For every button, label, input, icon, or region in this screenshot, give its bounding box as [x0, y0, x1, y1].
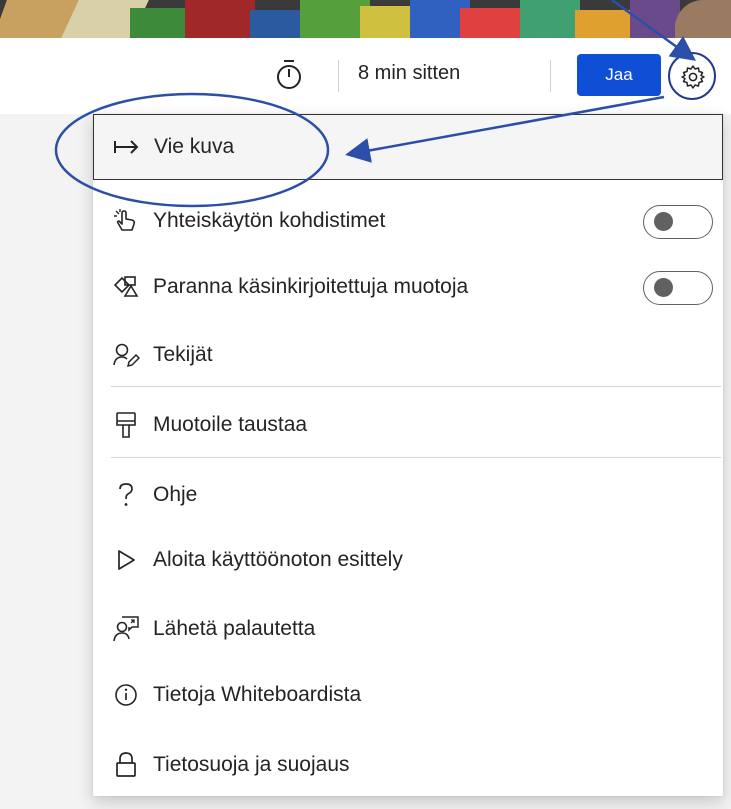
- improve-ink-shapes-toggle[interactable]: [643, 271, 713, 305]
- menu-item-label: Ohje: [153, 483, 198, 506]
- menu-divider: [111, 386, 721, 387]
- menu-item-label: Lähetä palautetta: [153, 617, 316, 640]
- menu-item-help[interactable]: Ohje: [93, 462, 723, 528]
- menu-item-label: Tietosuoja ja suojaus: [153, 753, 350, 776]
- menu-item-contributors[interactable]: Tekijät: [93, 322, 723, 388]
- play-icon: [111, 545, 141, 575]
- toggle-knob: [654, 212, 673, 231]
- toolbar-separator: [338, 60, 339, 92]
- menu-item-improve-ink-shapes[interactable]: Paranna käsinkirjoitettuja muotoja: [93, 254, 723, 320]
- menu-item-start-tour[interactable]: Aloita käyttöönoton esittely: [93, 527, 723, 593]
- collaborative-cursors-toggle[interactable]: [643, 205, 713, 239]
- feedback-icon: [111, 614, 141, 644]
- lock-icon: [111, 750, 141, 780]
- menu-item-label: Yhteiskäytön kohdistimet: [153, 209, 386, 232]
- settings-menu: Vie kuva Yhteiskäytön kohdistimet Parann…: [93, 114, 723, 796]
- paint-brush-icon: [111, 410, 141, 440]
- share-button[interactable]: Jaa: [577, 54, 661, 96]
- toolbar: 8 min sitten Jaa: [0, 38, 731, 115]
- menu-item-about[interactable]: Tietoja Whiteboardista: [93, 662, 723, 728]
- menu-item-label: Aloita käyttöönoton esittely: [153, 548, 403, 571]
- menu-item-format-background[interactable]: Muotoile taustaa: [93, 392, 723, 458]
- export-arrow-icon: [112, 132, 142, 162]
- banner-image: [0, 0, 731, 38]
- menu-item-label: Paranna käsinkirjoitettuja muotoja: [153, 275, 469, 298]
- menu-item-label: Tietoja Whiteboardista: [153, 683, 362, 706]
- question-mark-icon: [111, 480, 141, 510]
- toggle-knob: [654, 278, 673, 297]
- last-edited-time: 8 min sitten: [358, 62, 461, 84]
- menu-item-label: Vie kuva: [154, 135, 235, 158]
- settings-button[interactable]: [668, 52, 716, 100]
- menu-item-privacy[interactable]: Tietosuoja ja suojaus: [93, 732, 723, 798]
- people-edit-icon: [111, 340, 141, 370]
- menu-item-label: Muotoile taustaa: [153, 413, 308, 436]
- toolbar-separator: [550, 60, 551, 92]
- menu-divider: [111, 457, 721, 458]
- stopwatch-icon[interactable]: [273, 58, 305, 92]
- menu-item-label: Tekijät: [153, 343, 213, 366]
- info-icon: [111, 680, 141, 710]
- hand-pointer-icon: [111, 206, 141, 236]
- shapes-icon: [111, 272, 141, 302]
- menu-item-export-image[interactable]: Vie kuva: [93, 114, 723, 180]
- menu-item-collaborative-cursors[interactable]: Yhteiskäytön kohdistimet: [93, 188, 723, 254]
- menu-item-send-feedback[interactable]: Lähetä palautetta: [93, 596, 723, 662]
